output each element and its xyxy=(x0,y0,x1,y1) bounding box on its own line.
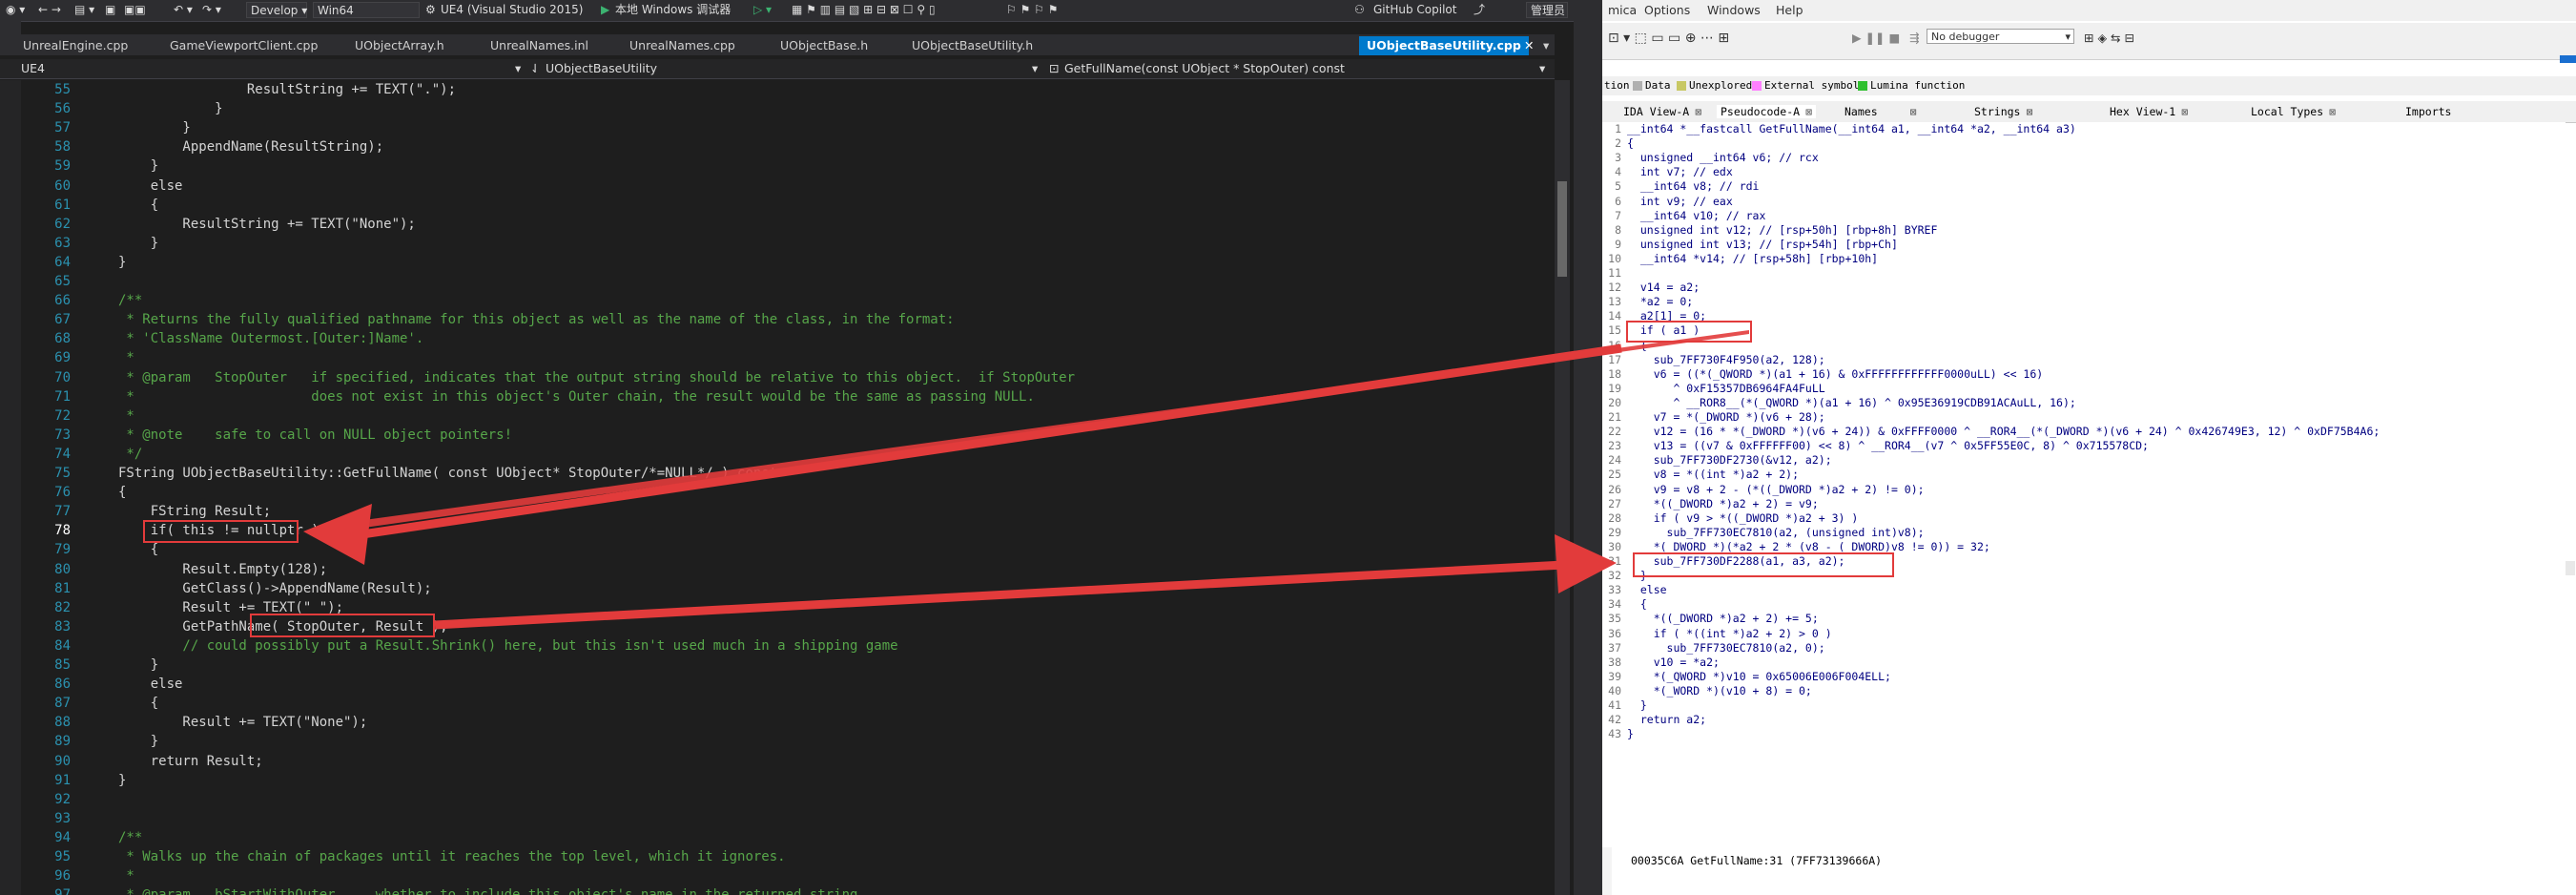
arrow-head-right xyxy=(1555,534,1617,593)
arrow-to-sub-call xyxy=(434,560,1565,630)
annotation-arrows xyxy=(303,330,1749,630)
arrow-head-left xyxy=(303,504,372,565)
arrow-to-nullptr-check xyxy=(361,343,1622,539)
